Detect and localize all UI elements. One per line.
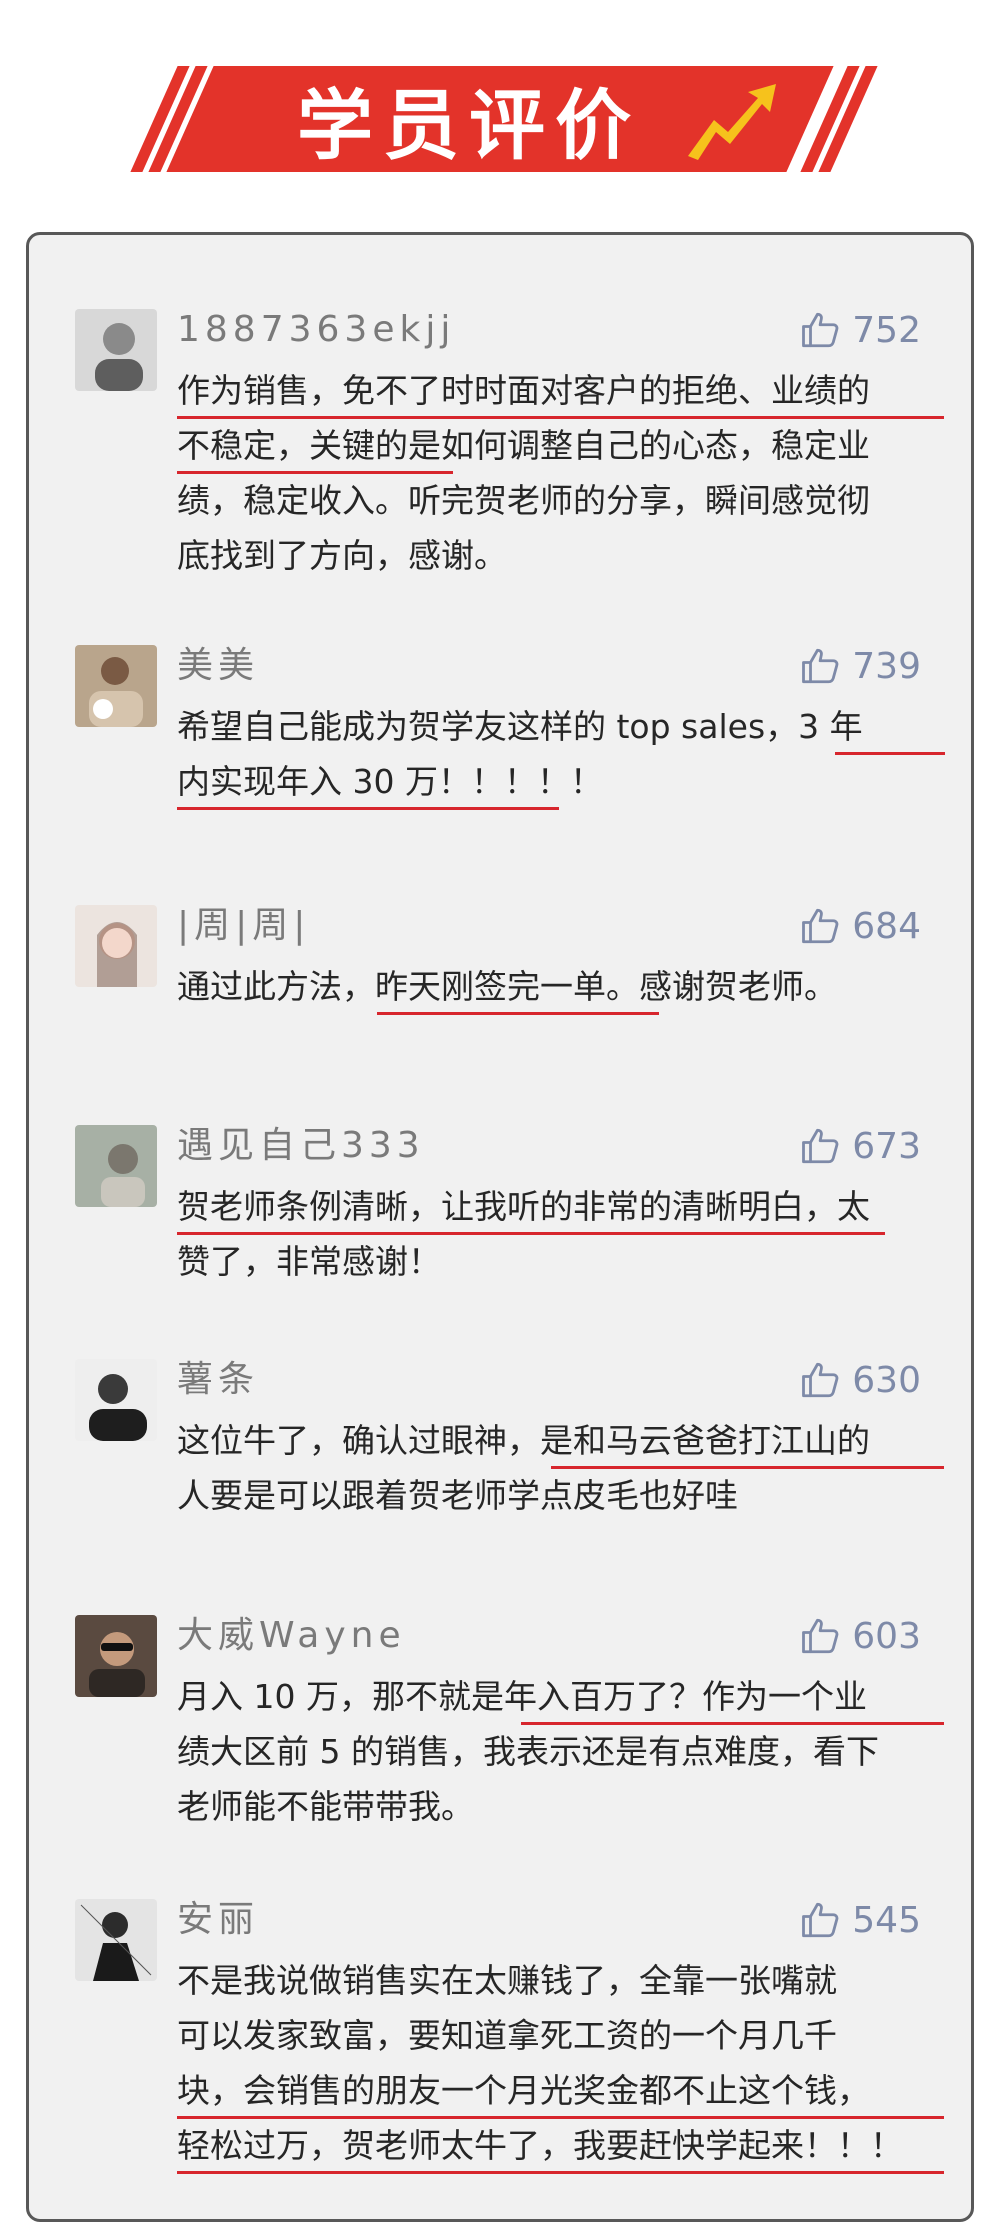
thumbs-up-icon <box>802 908 839 944</box>
like-count[interactable]: 630 <box>800 1355 921 1405</box>
avatar <box>75 645 157 727</box>
like-count[interactable]: 752 <box>800 305 921 355</box>
review-text: 希望自己能成为贺学友这样的 top sales，3 年 内实现年入 30 万！！… <box>177 707 863 801</box>
thumbs-up-icon <box>802 1618 839 1654</box>
like-count-value: 603 <box>852 1615 921 1657</box>
reviewer-name: 薯条 <box>177 1359 260 1400</box>
avatar <box>75 309 157 391</box>
reviewer-name: 大威Wayne <box>177 1615 406 1656</box>
reviewer-name: 1887363ekjj <box>177 309 456 350</box>
avatar <box>75 1899 157 1981</box>
thumbs-up-icon <box>802 648 839 684</box>
highlight-underline <box>177 1232 885 1235</box>
banner: 学员评价 <box>130 66 878 172</box>
thumbs-up-icon <box>802 1902 839 1938</box>
thumbs-up-icon <box>802 1362 839 1398</box>
review-text: 通过此方法，昨天刚签完一单。感谢贺老师。 <box>177 967 837 1006</box>
like-count[interactable]: 603 <box>800 1611 921 1661</box>
avatar <box>75 1125 157 1207</box>
thumbs-up-icon <box>802 1128 839 1164</box>
reviewer-name: |周|周| <box>177 905 311 946</box>
highlight-underline <box>177 807 559 810</box>
reviewer-name: 安丽 <box>177 1899 260 1940</box>
like-count[interactable]: 684 <box>800 901 921 951</box>
like-count-value: 739 <box>852 645 921 687</box>
like-count-value: 684 <box>852 905 921 947</box>
avatar <box>75 1359 157 1441</box>
like-count[interactable]: 545 <box>800 1895 921 1945</box>
like-count-value: 673 <box>852 1125 921 1167</box>
like-count-value: 752 <box>852 309 921 351</box>
highlight-underline <box>177 2116 944 2119</box>
highlight-underline <box>835 752 945 755</box>
thumbs-up-icon <box>802 312 839 348</box>
like-count-value: 630 <box>852 1359 921 1401</box>
review-text: 月入 10 万，那不就是年入百万了？作为一个业 绩大区前 5 的销售，我表示还是… <box>177 1677 879 1826</box>
reviewer-name: 遇见自己333 <box>177 1125 425 1166</box>
reviewer-name: 美美 <box>177 645 260 686</box>
highlight-underline <box>521 1722 944 1725</box>
like-count[interactable]: 739 <box>800 641 921 691</box>
like-count[interactable]: 673 <box>800 1121 921 1171</box>
review-card: 1887363ekjj 752 作为销售，免不了时时面对客户的拒绝、业绩的 不稳… <box>26 232 974 2222</box>
like-count-value: 545 <box>852 1899 921 1941</box>
review-text: 不是我说做销售实在太赚钱了，全靠一张嘴就 可以发家致富，要知道拿死工资的一个月几… <box>177 1961 903 2165</box>
highlight-underline <box>177 2171 944 2174</box>
highlight-underline <box>177 471 453 474</box>
avatar <box>75 905 157 987</box>
avatar <box>75 1615 157 1697</box>
highlight-underline <box>177 416 944 419</box>
highlight-underline <box>551 1466 944 1469</box>
rising-arrow-icon <box>688 84 776 160</box>
highlight-underline <box>377 1012 659 1015</box>
